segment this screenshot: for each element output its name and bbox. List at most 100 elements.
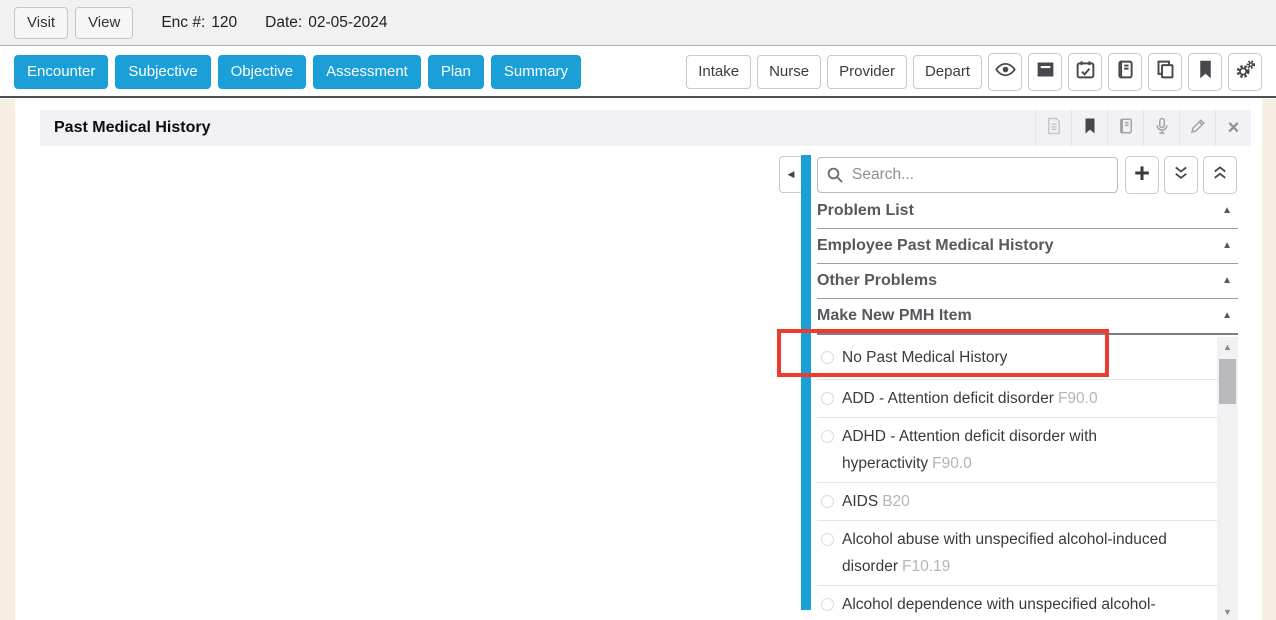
tab-objective[interactable]: Objective xyxy=(218,55,307,89)
tab-subjective[interactable]: Subjective xyxy=(115,55,210,89)
encounter-date-value: 02-05-2024 xyxy=(308,14,387,31)
document-icon xyxy=(1045,117,1063,140)
book-icon xyxy=(1115,59,1136,85)
collapse-arrow-icon: ▲ xyxy=(1222,299,1232,332)
section-bookmark-button[interactable] xyxy=(1071,110,1107,146)
item-name: ADD - Attention deficit disorder xyxy=(842,390,1054,407)
double-chevron-up-icon xyxy=(1211,164,1229,187)
item-name: Alcohol abuse with unspecified alcohol-i… xyxy=(842,531,1167,575)
note-button[interactable] xyxy=(1035,110,1071,146)
item-code: F10.19 xyxy=(902,558,950,575)
list-item-alcohol-abuse[interactable]: Alcohol abuse with unspecified alcohol-i… xyxy=(817,521,1217,586)
scrollbar-thumb[interactable] xyxy=(1219,359,1236,404)
archive-button[interactable] xyxy=(1028,53,1062,91)
section-book-button[interactable] xyxy=(1107,110,1143,146)
gears-icon xyxy=(1235,59,1256,85)
encounter-number-value: 120 xyxy=(211,14,237,31)
provider-button[interactable]: Provider xyxy=(827,55,907,89)
view-button[interactable]: View xyxy=(75,7,133,39)
list-item-add[interactable]: ADD - Attention deficit disorderF90.0 xyxy=(817,380,1217,418)
microphone-icon xyxy=(1153,117,1171,140)
encounter-date-label: Date: xyxy=(265,14,302,31)
copy-icon xyxy=(1155,59,1176,85)
archive-icon xyxy=(1035,59,1056,85)
calendar-check-button[interactable] xyxy=(1068,53,1102,91)
visit-button[interactable]: Visit xyxy=(14,7,68,39)
accordion-make-new-pmh-item[interactable]: Make New PMH Item ▲ xyxy=(817,299,1238,334)
item-code: F90.0 xyxy=(932,455,972,472)
accordion-other-problems[interactable]: Other Problems ▲ xyxy=(817,264,1238,299)
scroll-up-button[interactable]: ▲ xyxy=(1217,337,1238,357)
radio-icon[interactable] xyxy=(821,495,834,508)
accordion-label: Other Problems xyxy=(817,272,937,289)
add-item-button[interactable]: + xyxy=(1125,156,1159,194)
pmh-item-list: No Past Medical History ADD - Attention … xyxy=(817,333,1238,620)
section-header: Past Medical History × xyxy=(40,110,1251,146)
tab-encounter[interactable]: Encounter xyxy=(14,55,108,89)
dictate-button[interactable] xyxy=(1143,110,1179,146)
calendar-check-icon xyxy=(1075,59,1096,85)
encounter-date: Date: 02-05-2024 xyxy=(265,14,387,32)
main-toolbar: Encounter Subjective Objective Assessmen… xyxy=(0,47,1276,98)
radio-icon[interactable] xyxy=(821,533,834,546)
collapse-arrow-icon: ▲ xyxy=(1222,229,1232,262)
tab-plan[interactable]: Plan xyxy=(428,55,484,89)
encounter-number: Enc #: 120 xyxy=(161,14,237,32)
intake-button[interactable]: Intake xyxy=(686,55,751,89)
plus-icon: + xyxy=(1134,160,1150,187)
eye-icon xyxy=(995,59,1016,85)
edit-button[interactable] xyxy=(1179,110,1215,146)
scroll-down-button[interactable]: ▼ xyxy=(1217,602,1238,620)
double-chevron-down-icon xyxy=(1172,164,1190,187)
bookmark-icon xyxy=(1195,59,1216,85)
accordion-label: Make New PMH Item xyxy=(817,307,972,324)
close-section-button[interactable]: × xyxy=(1215,110,1251,146)
page-edge-right xyxy=(1262,99,1276,620)
collapse-arrow-icon: ▲ xyxy=(1222,264,1232,297)
accordion-label: Employee Past Medical History xyxy=(817,237,1054,254)
list-scrollbar[interactable]: ▲ ▼ xyxy=(1217,337,1238,620)
eye-button[interactable] xyxy=(988,53,1022,91)
list-item-alcohol-dependence[interactable]: Alcohol dependence with unspecified alco… xyxy=(817,586,1217,620)
top-bar: Visit View Enc #: 120 Date: 02-05-2024 xyxy=(0,0,1276,46)
left-triangle-icon: ◀ xyxy=(788,169,795,180)
tab-summary[interactable]: Summary xyxy=(491,55,581,89)
bookmark-button[interactable] xyxy=(1188,53,1222,91)
nurse-button[interactable]: Nurse xyxy=(757,55,821,89)
accordion-employee-pmh[interactable]: Employee Past Medical History ▲ xyxy=(817,229,1238,264)
encounter-number-label: Enc #: xyxy=(161,14,205,31)
radio-icon[interactable] xyxy=(821,598,834,611)
accordion-label: Problem List xyxy=(817,202,914,219)
depart-button[interactable]: Depart xyxy=(913,55,982,89)
pmh-accordions: Problem List ▲ Employee Past Medical His… xyxy=(817,194,1238,334)
search-wrap xyxy=(817,157,1118,193)
bookmark-icon xyxy=(1081,117,1099,140)
collapse-all-button[interactable] xyxy=(1203,156,1237,194)
radio-icon[interactable] xyxy=(821,392,834,405)
radio-icon[interactable] xyxy=(821,351,834,364)
radio-icon[interactable] xyxy=(821,430,834,443)
close-icon: × xyxy=(1228,118,1240,138)
item-name: Alcohol dependence with unspecified alco… xyxy=(842,596,1156,613)
list-item-no-pmh[interactable]: No Past Medical History xyxy=(817,335,1217,380)
item-code: B20 xyxy=(882,493,910,510)
panel-collapse-handle[interactable]: ◀ xyxy=(779,156,803,193)
accordion-problem-list[interactable]: Problem List ▲ xyxy=(817,194,1238,229)
search-input[interactable] xyxy=(817,157,1118,193)
item-code: F90.0 xyxy=(1058,390,1098,407)
tab-assessment[interactable]: Assessment xyxy=(313,55,421,89)
settings-button[interactable] xyxy=(1228,53,1262,91)
collapse-arrow-icon: ▲ xyxy=(1222,194,1232,227)
item-name: AIDS xyxy=(842,493,878,510)
section-header-icons: × xyxy=(1035,110,1251,146)
item-name: No Past Medical History xyxy=(842,349,1007,366)
book-button[interactable] xyxy=(1108,53,1142,91)
copy-button[interactable] xyxy=(1148,53,1182,91)
expand-all-button[interactable] xyxy=(1164,156,1198,194)
book-icon xyxy=(1117,117,1135,140)
page-edge-left xyxy=(0,99,15,620)
pencil-icon xyxy=(1189,117,1207,140)
list-item-adhd[interactable]: ADHD - Attention deficit disorder with h… xyxy=(817,418,1217,483)
panel-divider-bar[interactable] xyxy=(801,155,811,610)
list-item-aids[interactable]: AIDSB20 xyxy=(817,483,1217,521)
